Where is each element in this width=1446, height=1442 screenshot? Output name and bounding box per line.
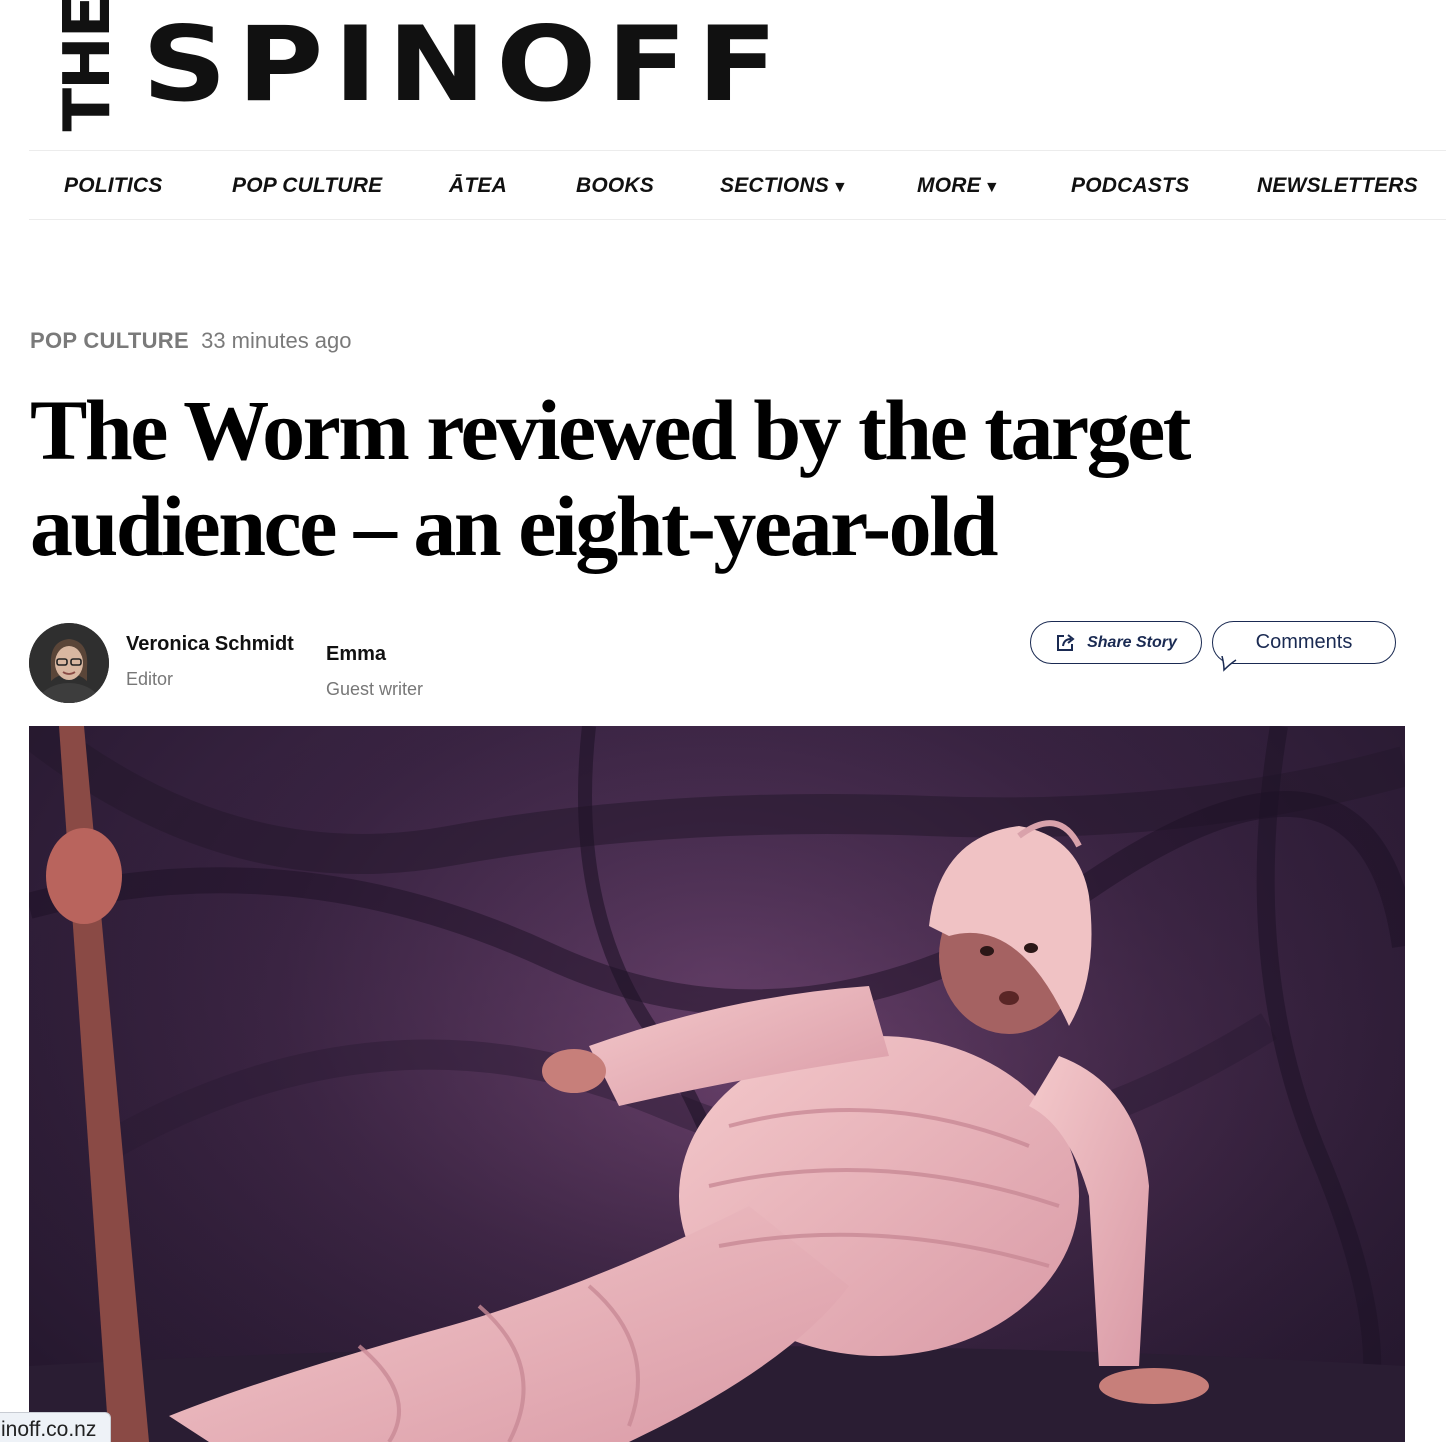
main-nav: POLITICS POP CULTURE ĀTEA BOOKS SECTIONS… xyxy=(29,150,1446,220)
status-url-tooltip: inoff.co.nz xyxy=(0,1412,112,1442)
nav-sections-dropdown[interactable]: SECTIONS ▼ xyxy=(720,151,848,221)
article-headline: The Worm reviewed by the target audience… xyxy=(30,382,1191,574)
nav-newsletters[interactable]: NEWSLETTERS xyxy=(1257,151,1418,221)
author-name-2[interactable]: Emma xyxy=(326,643,386,666)
nav-more-dropdown[interactable]: MORE ▼ xyxy=(917,151,1000,221)
logo-wordmark: SPINOFF xyxy=(142,3,788,125)
nav-atea[interactable]: ĀTEA xyxy=(449,151,507,221)
author-role-1: Editor xyxy=(126,669,174,689)
hero-image xyxy=(29,726,1405,1442)
article-kicker: POP CULTURE 33 minutes ago xyxy=(30,328,352,354)
logo-the-vertical: THE xyxy=(51,0,125,132)
caret-down-icon: ▼ xyxy=(983,179,1000,196)
nav-podcasts[interactable]: PODCASTS xyxy=(1071,151,1189,221)
author-name-1[interactable]: Veronica Schmidt xyxy=(126,633,294,656)
caret-down-icon: ▼ xyxy=(831,179,848,196)
site-logo[interactable]: THE SPINOFF xyxy=(51,0,788,132)
speech-bubble-tail-icon xyxy=(1221,656,1237,672)
author-role-2: Guest writer xyxy=(326,679,424,699)
nav-pop-culture[interactable]: POP CULTURE xyxy=(232,151,382,221)
nav-politics[interactable]: POLITICS xyxy=(64,151,162,221)
section-link[interactable]: POP CULTURE xyxy=(30,328,189,353)
nav-books[interactable]: BOOKS xyxy=(576,151,654,221)
author-avatar[interactable] xyxy=(29,623,109,703)
share-story-button[interactable]: Share Story xyxy=(1030,621,1202,664)
publish-time: 33 minutes ago xyxy=(201,328,352,353)
share-icon xyxy=(1057,633,1075,651)
